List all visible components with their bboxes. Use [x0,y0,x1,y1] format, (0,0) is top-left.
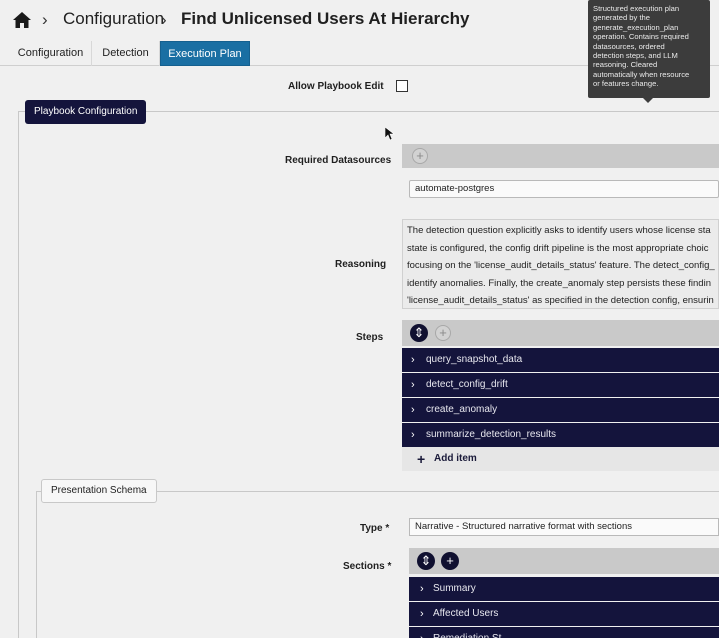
expand-collapse-icon[interactable]: ⇕ [417,552,435,570]
tooltip-line: generated by the [593,13,650,23]
chevron-right-icon: › [411,354,415,366]
plus-icon: + [417,451,426,467]
chevron-right-icon: › [420,608,424,620]
add-item-label: Add item [434,453,477,464]
section-label: Remediation St [433,627,501,638]
chevron-right-icon: › [42,10,48,29]
add-item-button[interactable]: + Add item [402,447,719,471]
chevron-right-icon: › [411,379,415,391]
step-label: summarize_detection_results [426,429,557,440]
chevron-right-icon: › [420,627,424,638]
reasoning-line: 'license_audit_details_status' as specif… [407,295,714,306]
tooltip-line: detection steps, and LLM [593,51,678,61]
datasource-field[interactable]: automate-postgres [409,180,719,198]
type-select[interactable]: Narrative - Structured narrative format … [409,518,719,536]
reasoning-textarea[interactable]: The detection question explicitly asks t… [402,219,719,309]
steps-label: Steps [356,332,384,343]
add-step-button[interactable]: + [435,325,451,341]
breadcrumb-configuration[interactable]: Configuration [63,9,164,29]
section-row[interactable]: › Affected Users [409,602,719,626]
tooltip-line: operation. Contains required [593,32,689,42]
step-label: query_snapshot_data [426,354,523,365]
step-label: create_anomaly [426,404,498,415]
tooltip-line: Structured execution plan [593,4,680,13]
reasoning-label: Reasoning [335,259,387,270]
tooltip-line: automatically when resource [593,69,690,79]
tooltip-line: datasources, ordered [593,41,665,51]
tooltip-line: reasoning. Cleared [593,60,658,70]
step-row[interactable]: › detect_config_drift [402,373,719,397]
tooltip-line: generate_execution_plan [593,22,679,32]
add-datasource-button[interactable]: + [412,148,428,164]
tab-detection[interactable]: Detection [92,41,160,66]
add-section-button[interactable]: + [441,552,459,570]
required-datasources-label: Required Datasources [285,155,392,166]
reasoning-line: state is configured, the config drift pi… [407,242,709,254]
divider [18,111,19,638]
page-title: Find Unlicensed Users At Hierarchy [181,9,470,28]
step-row[interactable]: › create_anomaly [402,398,719,422]
allow-edit-checkbox[interactable] [396,80,408,92]
reasoning-line: identify anomalies. Finally, the create_… [407,277,711,289]
section-label: Summary [433,583,476,594]
presentation-schema-section-title: Presentation Schema [41,479,157,503]
tab-execution-plan[interactable]: Execution Plan [160,41,250,66]
datasources-toolbar [402,144,719,168]
step-row[interactable]: › summarize_detection_results [402,423,719,447]
tab-configuration[interactable]: Configuration [10,41,92,66]
expand-collapse-icon[interactable]: ⇕ [410,324,428,342]
tooltip: Structured execution plan generated by t… [588,0,710,103]
divider [36,491,37,638]
allow-edit-label: Allow Playbook Edit [288,81,384,92]
chevron-right-icon: › [161,10,167,29]
reasoning-line: The detection question explicitly asks t… [407,225,711,236]
chevron-right-icon: › [411,429,415,441]
section-row[interactable]: › Summary [409,577,719,601]
step-label: detect_config_drift [426,379,508,390]
step-row[interactable]: › query_snapshot_data [402,348,719,372]
reasoning-line: focusing on the 'license_audit_details_s… [407,260,715,271]
mouse-cursor-icon [385,127,395,141]
chevron-right-icon: › [411,404,415,416]
chevron-right-icon: › [420,583,424,595]
section-label: Affected Users [433,608,499,619]
playbook-config-section-title: Playbook Configuration [25,100,147,124]
home-icon[interactable] [12,10,32,30]
tooltip-line: or features change. [593,79,659,89]
sections-label: Sections * [343,561,392,572]
type-label: Type * [360,523,390,534]
section-row[interactable]: › Remediation St [409,627,719,638]
